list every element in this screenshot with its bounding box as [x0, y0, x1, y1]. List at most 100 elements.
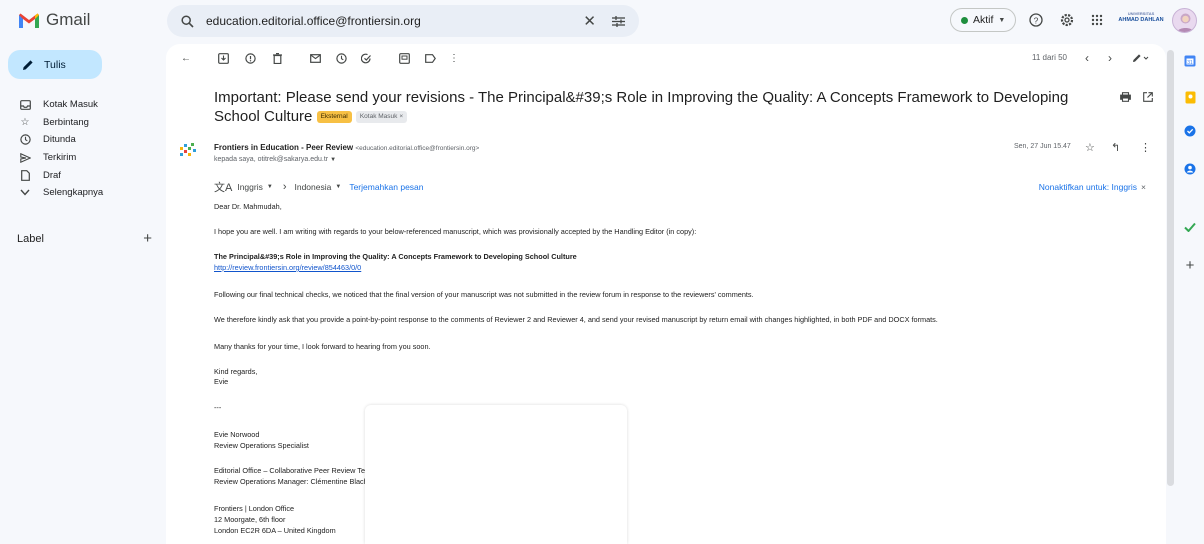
details-caret-icon[interactable]: ▼ [330, 157, 336, 163]
scrollbar-thumb[interactable] [1167, 50, 1174, 486]
signature-team: Editorial Office – Collaborative Peer Re… [214, 466, 376, 475]
external-badge: Eksternal [316, 111, 352, 123]
reply-arrow-icon[interactable]: ↰ [1111, 141, 1120, 154]
search-icon[interactable] [181, 14, 194, 28]
source-language[interactable]: Inggris [237, 182, 263, 192]
app-name: Gmail [46, 10, 91, 29]
label-tag-icon[interactable] [423, 51, 437, 65]
remove-label-icon[interactable]: × [399, 113, 403, 120]
sidebar-item-sent[interactable]: Terkirim [0, 149, 160, 167]
open-new-window-icon[interactable] [1143, 92, 1153, 105]
sidebar-item-label: Terkirim [43, 152, 77, 164]
search-options-icon[interactable] [612, 15, 625, 27]
draft-icon [19, 169, 31, 181]
sidebar-item-label: Berbintang [43, 116, 89, 128]
sidebar-item-inbox[interactable]: Kotak Masuk [0, 96, 160, 114]
pencil-icon [23, 59, 33, 70]
signature-address-2: London EC2R 6DA – United Kingdom [214, 526, 336, 535]
manuscript-link[interactable]: http://review.frontiersin.org/review/854… [214, 263, 361, 272]
signature-manager: Review Operations Manager: Clémentine Bl… [214, 477, 379, 486]
caret-down-icon[interactable]: ▼ [335, 184, 341, 190]
clock-icon [19, 134, 31, 146]
snooze-clock-icon[interactable] [334, 51, 348, 65]
chevron-down-icon [19, 189, 31, 196]
move-to-icon[interactable] [397, 51, 411, 65]
delete-trash-icon[interactable] [270, 51, 284, 65]
add-addon-icon[interactable]: + [1183, 257, 1197, 274]
organization-logo[interactable]: UNIVERSITAS AHMAD DAHLAN [1116, 11, 1166, 28]
manuscript-title: The Principal&#39;s Role in Improving th… [214, 252, 577, 261]
caret-down-icon: ▼ [998, 16, 1006, 24]
back-arrow-icon[interactable]: ← [179, 51, 193, 65]
signature-title: Review Operations Specialist [214, 441, 309, 450]
gmail-m-icon [19, 13, 39, 28]
clear-search-icon[interactable]: ✕ [583, 12, 596, 30]
archive-icon[interactable] [216, 51, 230, 65]
paragraph-3: We therefore kindly ask that you provide… [214, 315, 938, 324]
input-tools-pen-icon[interactable] [1128, 51, 1154, 65]
sender-line[interactable]: Frontiers in Education - Peer Review <ed… [214, 143, 479, 152]
labels-header: Label + [17, 230, 152, 247]
star-email-icon[interactable]: ☆ [1085, 141, 1095, 154]
disable-translate-link[interactable]: Nonaktifkan untuk: Inggris × [1039, 182, 1146, 192]
sender-name: Frontiers in Education - Peer Review [214, 143, 354, 152]
sidebar-item-starred[interactable]: ☆ Berbintang [0, 114, 160, 132]
sidebar-item-snoozed[interactable]: Ditunda [0, 131, 160, 149]
org-logo-line2: AHMAD DAHLAN [1118, 17, 1164, 23]
paragraph-2: Following our final technical checks, we… [214, 290, 754, 299]
help-icon[interactable]: ? [1026, 10, 1046, 30]
email-subject: Important: Please send your revisions - … [214, 88, 1094, 126]
contacts-icon[interactable] [1183, 162, 1197, 176]
sidebar-item-label: Selengkapnya [43, 187, 104, 199]
close-icon[interactable]: × [1141, 182, 1146, 192]
compose-label: Tulis [44, 58, 66, 71]
email-view: ← ⋮ 11 dari 50 ‹ › Important: Please sen… [166, 44, 1166, 544]
settings-gear-icon[interactable] [1057, 10, 1077, 30]
account-avatar[interactable] [1172, 8, 1197, 33]
translate-icon: 文A [214, 182, 233, 194]
search-bar[interactable]: education.editorial.office@frontiersin.o… [167, 5, 639, 37]
sidebar-item-drafts[interactable]: Draf [0, 166, 160, 184]
closing-name: Evie [214, 377, 229, 386]
pagination-count: 11 dari 50 [1032, 53, 1067, 62]
recipients-line[interactable]: kepada saya, otitrek@sakarya.edu.tr ▼ [214, 156, 336, 163]
paragraph-1: I hope you are well. I am writing with r… [214, 227, 697, 236]
signature-office: Frontiers | London Office [214, 504, 295, 513]
sidebar-item-label: Ditunda [43, 134, 76, 146]
add-label-icon[interactable]: + [143, 230, 152, 247]
report-spam-icon[interactable] [243, 51, 257, 65]
send-icon [19, 152, 31, 163]
blank-overlay-panel [365, 405, 627, 544]
caret-down-icon[interactable]: ▼ [267, 184, 273, 190]
inbox-label-chip[interactable]: Kotak Masuk × [355, 111, 408, 123]
signature-name: Evie Norwood [214, 430, 260, 439]
inbox-chip-text: Kotak Masuk [359, 113, 398, 120]
sidebar-nav: Kotak Masuk ☆ Berbintang Ditunda Terkiri… [0, 96, 160, 202]
search-input[interactable]: education.editorial.office@frontiersin.o… [206, 14, 583, 28]
newer-chevron-left-icon[interactable]: ‹ [1080, 51, 1094, 65]
email-toolbar: ← ⋮ 11 dari 50 ‹ › [166, 44, 1166, 72]
apps-grid-icon[interactable] [1087, 10, 1107, 30]
labels-heading: Label [17, 233, 44, 245]
status-dropdown[interactable]: Aktif ▼ [950, 8, 1017, 32]
sidebar-item-more[interactable]: Selengkapnya [0, 184, 160, 202]
star-icon: ☆ [20, 116, 30, 128]
status-label: Aktif [973, 14, 994, 26]
compose-button[interactable]: Tulis [8, 50, 102, 79]
inbox-icon [19, 99, 31, 110]
checkmark-addon-icon[interactable] [1183, 220, 1197, 234]
keep-notes-icon[interactable] [1183, 90, 1197, 104]
older-chevron-right-icon[interactable]: › [1103, 51, 1117, 65]
more-vertical-icon[interactable]: ⋮ [447, 51, 461, 65]
paragraph-4: Many thanks for your time, I look forwar… [214, 342, 431, 351]
print-icon[interactable] [1120, 92, 1131, 105]
tasks-icon[interactable] [1183, 124, 1197, 138]
gmail-logo[interactable]: Gmail [18, 10, 90, 30]
target-language[interactable]: Indonesia [294, 182, 331, 192]
more-options-icon[interactable]: ⋮ [1140, 141, 1151, 154]
add-task-icon[interactable] [360, 51, 374, 65]
calendar-icon[interactable]: 31 [1183, 54, 1197, 68]
translate-message-link[interactable]: Terjemahkan pesan [349, 182, 423, 192]
mark-unread-icon[interactable] [308, 51, 322, 65]
sender-avatar-logo [180, 143, 196, 156]
